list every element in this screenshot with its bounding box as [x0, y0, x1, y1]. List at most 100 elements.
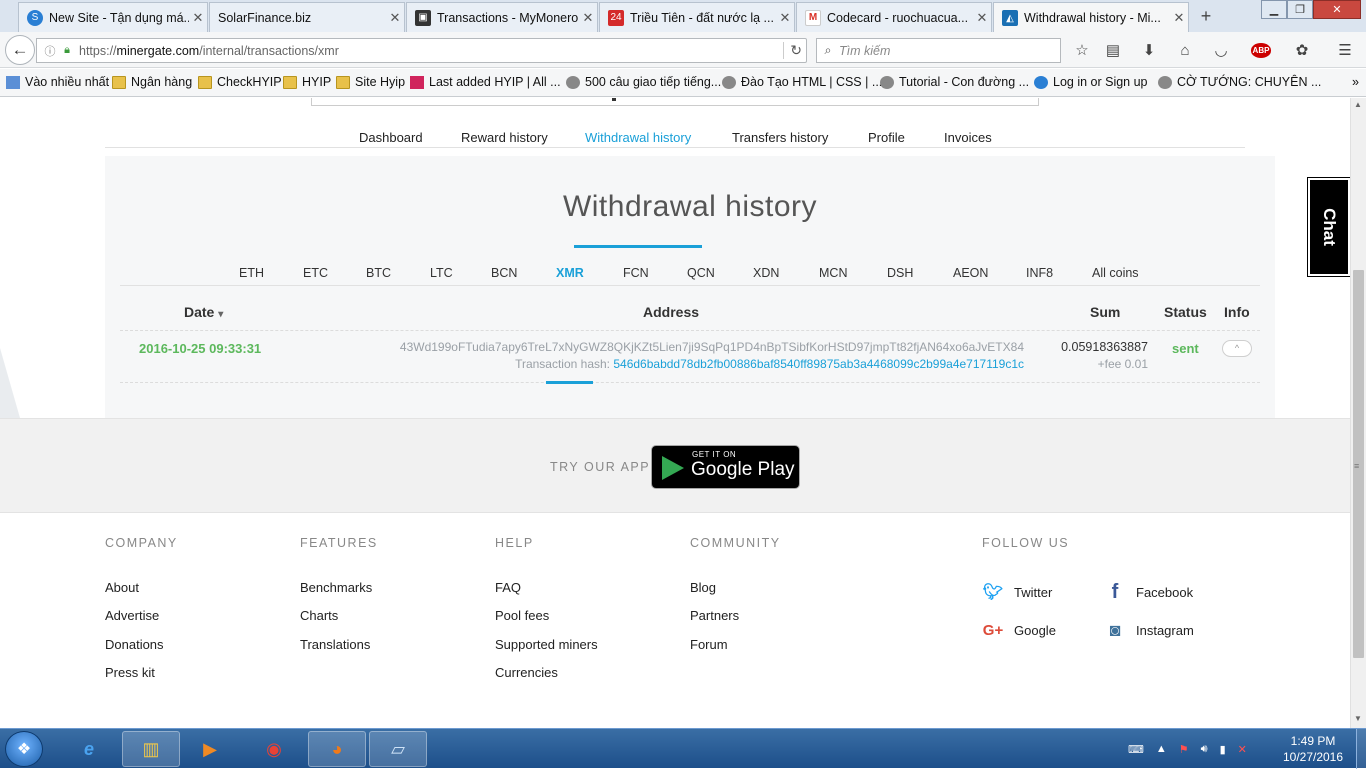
pocket-icon[interactable]: ◡	[1211, 40, 1231, 60]
footer-link-translations[interactable]: Translations	[300, 637, 370, 652]
coin-tab-aeon[interactable]: AEON	[953, 266, 988, 280]
page-scrollbar[interactable]: ▲ ≡ ▼	[1350, 98, 1366, 728]
info-toggle-button[interactable]: ^	[1222, 340, 1252, 357]
back-button[interactable]: ←	[5, 35, 35, 65]
coin-tab-ltc[interactable]: LTC	[430, 266, 453, 280]
show-hidden-icon[interactable]: ▲	[1156, 743, 1167, 755]
footer-link-press-kit[interactable]: Press kit	[105, 665, 155, 680]
maximize-window-icon[interactable]: ❐	[1287, 0, 1313, 19]
media-player-icon[interactable]: ▶	[181, 731, 239, 767]
subnav-reward-history[interactable]: Reward history	[461, 130, 548, 145]
taskbar-clock[interactable]: 1:49 PM 10/27/2016	[1280, 733, 1346, 765]
chrome-icon[interactable]: ◉	[245, 731, 303, 767]
start-button[interactable]: ❖	[5, 731, 43, 767]
coin-tab-xdn[interactable]: XDN	[753, 266, 779, 280]
close-tab-icon[interactable]: ✕	[386, 10, 404, 26]
home-icon[interactable]: ⌂	[1175, 40, 1195, 60]
transaction-hash-link[interactable]: 546d6babdd78db2fb00886baf8540ff89875ab3a…	[613, 357, 1024, 371]
reading-list-icon[interactable]: ▤	[1103, 40, 1123, 60]
star-icon[interactable]: ☆	[1072, 40, 1092, 60]
coin-tab-xmr[interactable]: XMR	[556, 266, 584, 280]
bookmark-item[interactable]: 500 câu giao tiếp tiếng...	[566, 75, 721, 89]
google-play-button[interactable]: GET IT ON Google Play	[651, 445, 800, 489]
bookmark-folder[interactable]: CheckHYIP	[198, 75, 282, 89]
browser-tab-active[interactable]: ◭ Withdrawal history - Mi... ✕	[993, 2, 1189, 33]
notepad-icon[interactable]: ▱	[369, 731, 427, 767]
footer-link-supported-miners[interactable]: Supported miners	[495, 637, 598, 652]
browser-tab[interactable]: M Codecard - ruochuacua... ✕	[796, 2, 992, 32]
scroll-up-icon[interactable]: ▲	[1354, 100, 1362, 109]
notification-flag-icon[interactable]: ✕	[1238, 743, 1247, 756]
bookmark-folder[interactable]: Ngân hàng	[112, 75, 192, 89]
close-tab-icon[interactable]: ✕	[776, 10, 794, 26]
footer-link-faq[interactable]: FAQ	[495, 580, 521, 595]
date-header[interactable]: Date ▾	[184, 304, 223, 320]
info-icon[interactable]: ⓘ	[41, 43, 59, 59]
close-window-icon[interactable]: ✕	[1313, 0, 1361, 19]
reload-icon[interactable]: ↻	[783, 42, 802, 59]
bookmark-item[interactable]: Vào nhiều nhất	[6, 75, 109, 89]
network-icon[interactable]: ▮	[1220, 743, 1226, 756]
browser-tab[interactable]: S New Site - Tận dụng má... ✕	[18, 2, 208, 32]
footer-link-pool-fees[interactable]: Pool fees	[495, 608, 549, 623]
browser-tab[interactable]: ▣ Transactions - MyMonero ✕	[406, 2, 598, 32]
close-tab-icon[interactable]: ✕	[579, 10, 597, 26]
social-google[interactable]: G+ Google	[982, 620, 1056, 640]
internet-explorer-icon[interactable]: e	[60, 731, 118, 767]
social-instagram[interactable]: ◙ Instagram	[1104, 620, 1194, 640]
menu-icon[interactable]: ☰	[1335, 40, 1355, 60]
close-tab-icon[interactable]: ✕	[189, 10, 207, 26]
download-icon[interactable]: ⬇	[1139, 40, 1159, 60]
footer-link-currencies[interactable]: Currencies	[495, 665, 558, 680]
browser-tab[interactable]: 24 Triều Tiên - đất nước lạ ... ✕	[599, 2, 795, 32]
keyboard-icon[interactable]: ⌨	[1128, 743, 1144, 756]
file-explorer-icon[interactable]: ▥	[122, 731, 180, 767]
social-twitter[interactable]: 🐦︎ Twitter	[982, 582, 1052, 602]
coin-tab-dsh[interactable]: DSH	[887, 266, 913, 280]
coin-tab-etc[interactable]: ETC	[303, 266, 328, 280]
footer-link-advertise[interactable]: Advertise	[105, 608, 159, 623]
search-bar[interactable]: ⌕ Tìm kiếm	[816, 38, 1061, 63]
extension-icon[interactable]: ✿	[1292, 40, 1312, 60]
coin-tab-qcn[interactable]: QCN	[687, 266, 715, 280]
close-tab-icon[interactable]: ✕	[1170, 10, 1188, 26]
security-alert-icon[interactable]: ⚑	[1179, 743, 1189, 756]
subnav-profile[interactable]: Profile	[868, 130, 905, 145]
subnav-invoices[interactable]: Invoices	[944, 130, 992, 145]
new-tab-button[interactable]: +	[1196, 6, 1216, 27]
coin-tab-mcn[interactable]: MCN	[819, 266, 847, 280]
coin-tab-eth[interactable]: ETH	[239, 266, 264, 280]
social-facebook[interactable]: f Facebook	[1104, 581, 1193, 603]
minimize-window-icon[interactable]: ▁	[1261, 0, 1287, 19]
footer-link-about[interactable]: About	[105, 580, 139, 595]
coin-tab-bcn[interactable]: BCN	[491, 266, 517, 280]
bookmarks-overflow[interactable]: »	[1352, 75, 1359, 89]
show-desktop-button[interactable]	[1356, 729, 1366, 769]
footer-link-partners[interactable]: Partners	[690, 608, 739, 623]
footer-link-donations[interactable]: Donations	[105, 637, 164, 652]
footer-link-forum[interactable]: Forum	[690, 637, 728, 652]
url-bar[interactable]: ⓘ 🔒︎ https://minergate.com/internal/tran…	[36, 38, 807, 63]
subnav-withdrawal-history[interactable]: Withdrawal history	[585, 130, 691, 145]
footer-link-charts[interactable]: Charts	[300, 608, 338, 623]
coin-tab-fcn[interactable]: FCN	[623, 266, 649, 280]
bookmark-item[interactable]: Tutorial - Con đường ...	[880, 75, 1029, 89]
subnav-transfers-history[interactable]: Transfers history	[732, 130, 828, 145]
adblock-icon[interactable]: ABP	[1247, 40, 1275, 60]
bookmark-item[interactable]: Log in or Sign up	[1034, 75, 1148, 89]
coin-tab-all[interactable]: All coins	[1092, 266, 1139, 280]
footer-link-benchmarks[interactable]: Benchmarks	[300, 580, 372, 595]
coin-tab-inf8[interactable]: INF8	[1026, 266, 1053, 280]
chat-button[interactable]: Chat	[1307, 177, 1350, 277]
browser-tab[interactable]: SolarFinance.biz ✕	[209, 2, 405, 32]
volume-icon[interactable]: 🔊︎	[1201, 743, 1208, 756]
bookmark-item[interactable]: CỜ TƯỚNG: CHUYÊN ...	[1158, 75, 1321, 89]
bookmark-folder[interactable]: Site Hyip	[336, 75, 405, 89]
coin-tab-btc[interactable]: BTC	[366, 266, 391, 280]
bookmark-folder[interactable]: HYIP	[283, 75, 331, 89]
firefox-icon[interactable]: ◕	[308, 731, 366, 767]
footer-link-blog[interactable]: Blog	[690, 580, 716, 595]
close-tab-icon[interactable]: ✕	[973, 10, 991, 26]
scroll-down-icon[interactable]: ▼	[1354, 714, 1362, 723]
bookmark-item[interactable]: Đào Tạo HTML | CSS | ...	[722, 75, 882, 89]
